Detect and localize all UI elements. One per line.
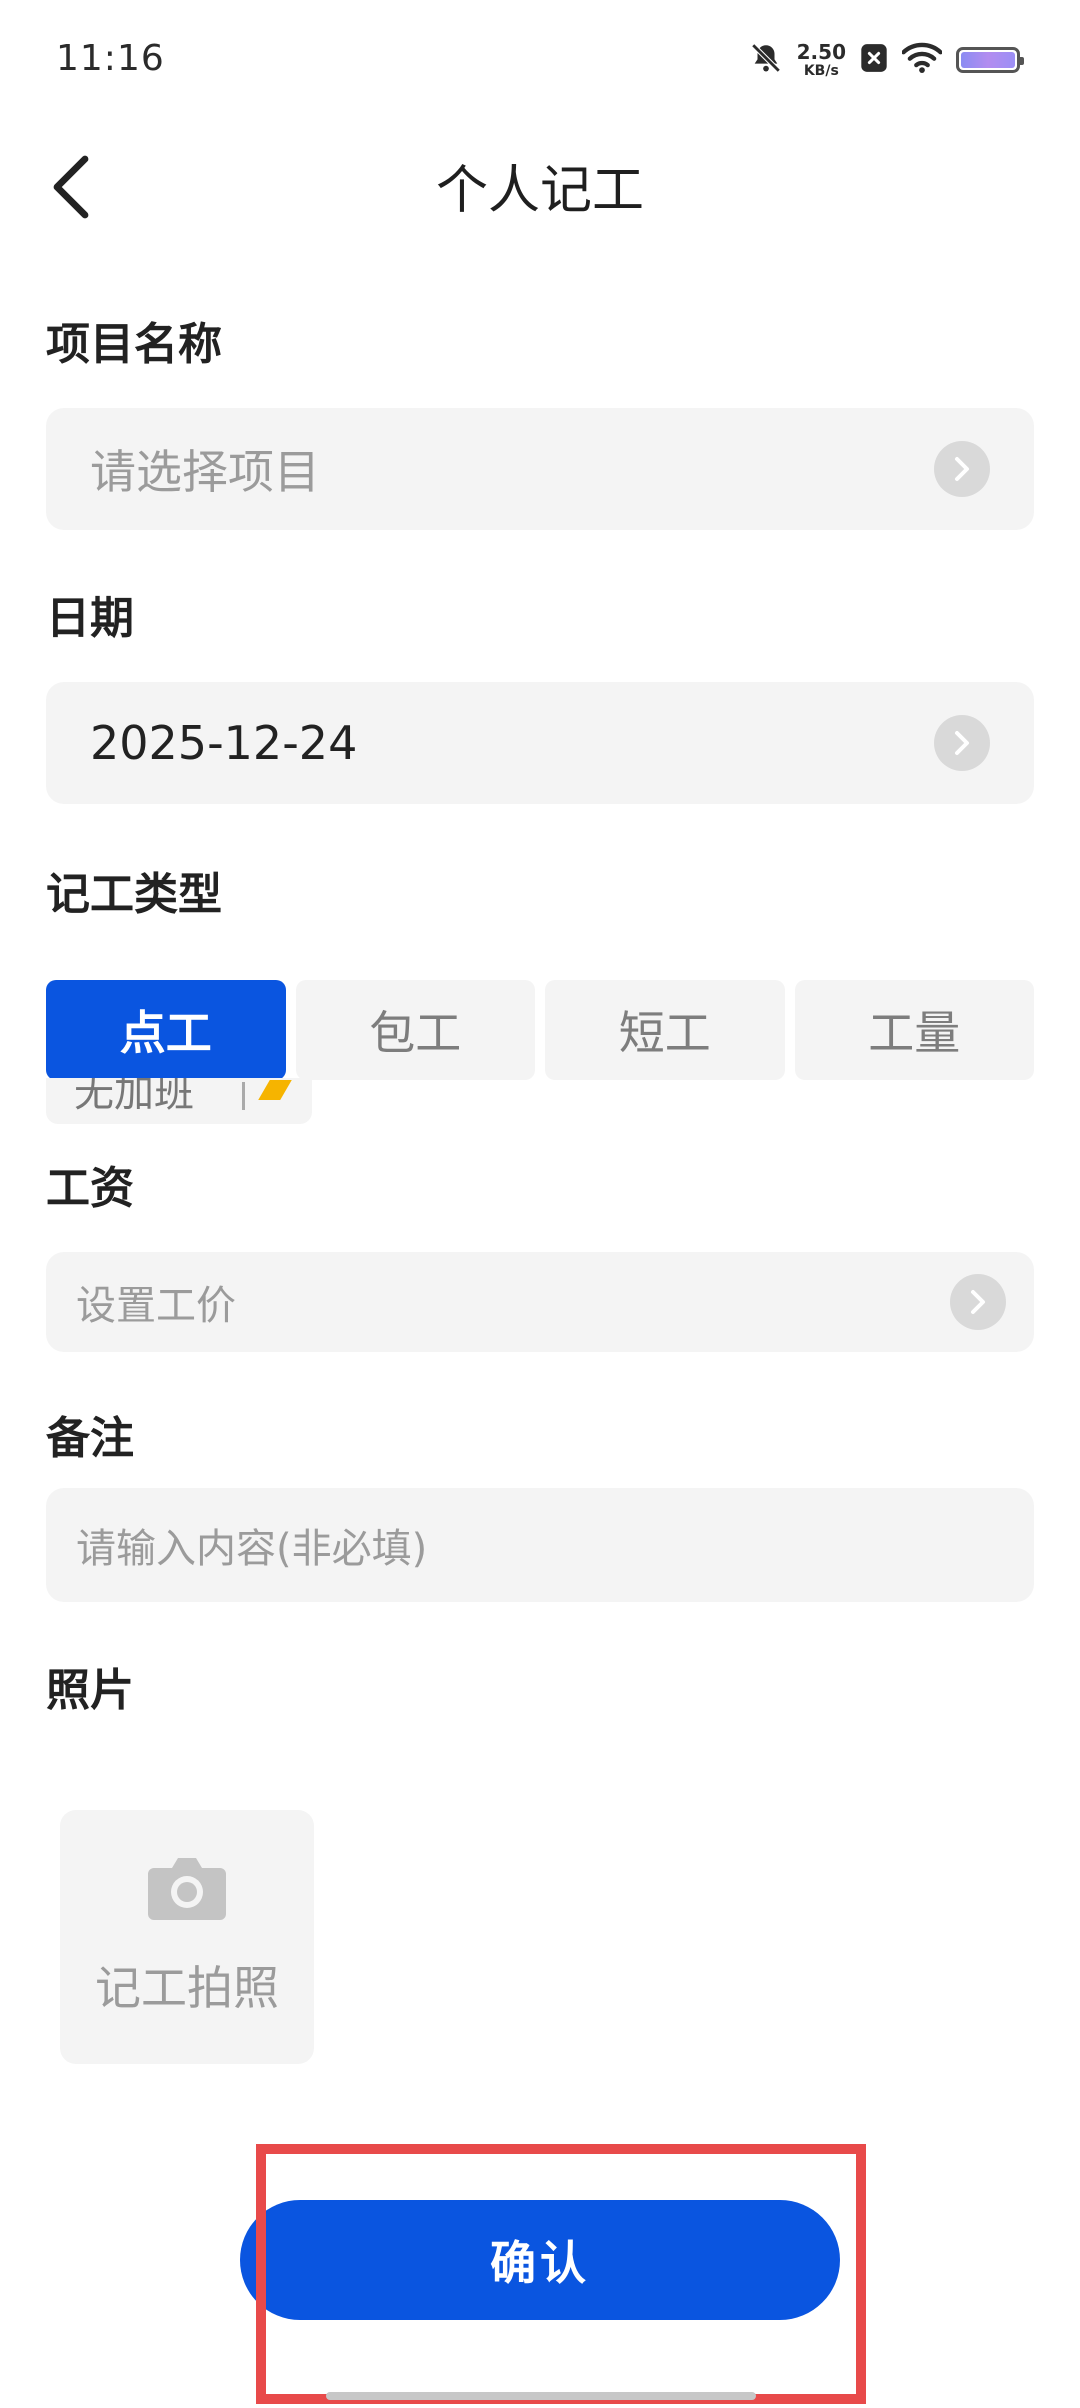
bell-off-icon — [749, 41, 783, 79]
wage-placeholder: 设置工价 — [76, 1283, 236, 1329]
edit-pen-icon — [258, 1080, 292, 1100]
speed-unit: KB/s — [803, 63, 839, 79]
wage-label: 工资 — [46, 1163, 134, 1214]
confirm-button[interactable]: 确认 — [240, 2200, 840, 2320]
network-speed: 2.50 KB/s — [797, 42, 846, 78]
project-select[interactable]: 请选择项目 — [46, 408, 1034, 530]
remark-placeholder: 请输入内容(非必填) — [76, 1526, 428, 1572]
overtime-chip-label: 无加班 — [74, 1078, 194, 1116]
chip-divider — [242, 1082, 245, 1110]
remark-label: 备注 — [46, 1413, 134, 1464]
chevron-right-icon — [934, 441, 990, 497]
header: 个人记工 — [0, 130, 1080, 240]
status-time: 11:16 — [56, 38, 165, 79]
tab-bao-gong[interactable]: 包工 — [295, 980, 535, 1080]
close-badge-icon — [860, 43, 888, 77]
overtime-chip[interactable]: 无加班 — [46, 1078, 312, 1124]
home-indicator[interactable] — [326, 2392, 756, 2400]
date-picker[interactable]: 2025-12-24 — [46, 682, 1034, 804]
status-bar: 11:16 2.50 KB/s — [0, 0, 1080, 120]
battery-level — [961, 52, 1015, 68]
photo-label: 照片 — [46, 1665, 134, 1716]
remark-input[interactable]: 请输入内容(非必填) — [46, 1488, 1034, 1602]
status-icons: 2.50 KB/s — [749, 40, 1024, 80]
battery-icon — [956, 47, 1024, 73]
page-title: 个人记工 — [435, 161, 644, 221]
chevron-right-icon — [950, 1274, 1006, 1330]
wifi-icon — [901, 42, 943, 78]
wage-field[interactable]: 设置工价 — [46, 1252, 1034, 1352]
tab-duan-gong[interactable]: 短工 — [545, 980, 785, 1080]
chevron-right-icon — [934, 715, 990, 771]
tab-dian-gong[interactable]: 点工 — [46, 980, 286, 1080]
project-label: 项目名称 — [46, 319, 222, 370]
take-photo-label: 记工拍照 — [95, 1961, 279, 2015]
date-label: 日期 — [46, 593, 134, 644]
tab-gong-liang[interactable]: 工量 — [794, 980, 1034, 1080]
take-photo-button[interactable]: 记工拍照 — [60, 1810, 314, 2064]
date-value: 2025-12-24 — [90, 716, 358, 770]
camera-icon — [146, 1852, 228, 1928]
work-type-label: 记工类型 — [46, 869, 222, 920]
speed-value: 2.50 — [796, 40, 846, 64]
work-type-tabs: 点工 包工 短工 工量 — [46, 980, 1034, 1080]
project-placeholder: 请选择项目 — [90, 445, 320, 499]
